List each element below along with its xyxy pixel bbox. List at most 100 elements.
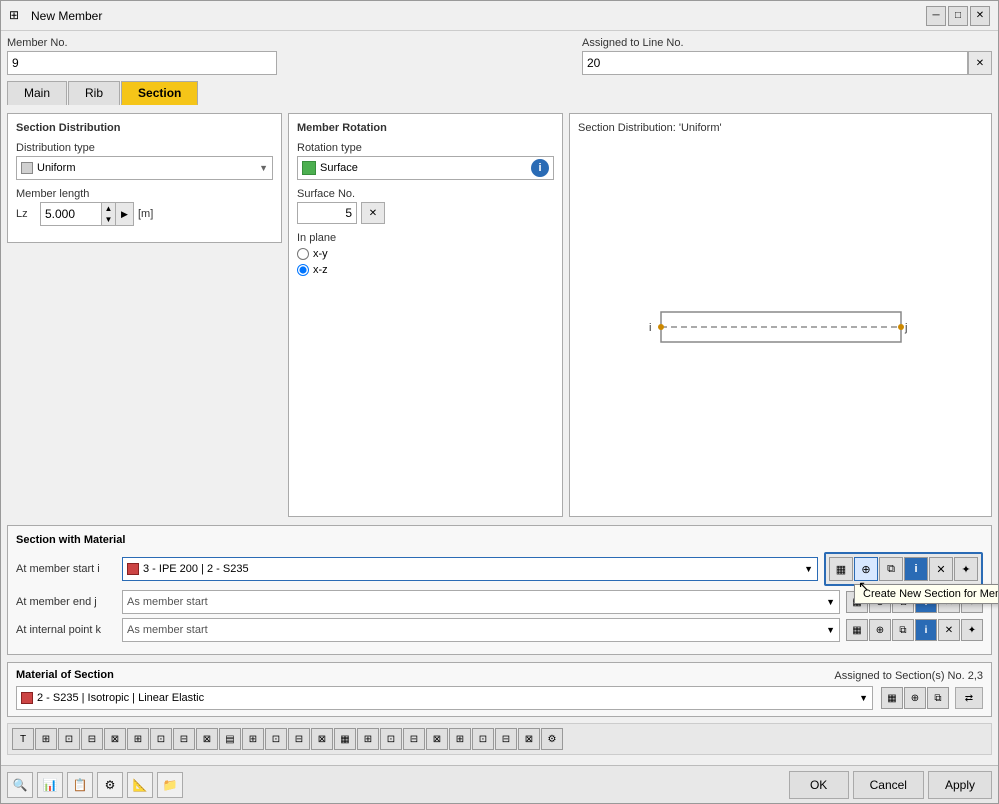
mat-btn-1[interactable]: ▦	[881, 687, 903, 709]
toolbar-main-7[interactable]: ⊡	[150, 728, 172, 750]
mat-assign-btn[interactable]: ⇄	[955, 687, 983, 709]
toolbar-main-8[interactable]: ⊟	[173, 728, 195, 750]
at-internal-btn-5[interactable]: ✕	[938, 619, 960, 641]
lz-label: Lz	[16, 208, 36, 220]
lz-input-group: ▲ ▼ ▶	[40, 202, 134, 226]
material-left: Material of Section Assigned to Section(…	[16, 669, 983, 710]
rotation-type-label: Rotation type	[297, 142, 554, 154]
material-select[interactable]: 2 - S235 | Isotropic | Linear Elastic ▼	[16, 686, 873, 710]
material-assigned: Assigned to Section(s) No. 2,3	[834, 670, 983, 682]
at-start-arrow: ▼	[804, 564, 813, 574]
apply-button[interactable]: Apply	[928, 771, 992, 799]
toolbar-main-10[interactable]: ▤	[219, 728, 241, 750]
at-start-swatch	[127, 563, 139, 575]
footer-btn-5[interactable]: 📐	[127, 772, 153, 798]
toolbar-main-12[interactable]: ⊡	[265, 728, 287, 750]
radio-xy[interactable]	[297, 248, 309, 260]
in-plane-radio-group: x-y x-z	[297, 248, 554, 276]
content-area: Member No. 9 Assigned to Line No. 20 ✕ M…	[1, 31, 998, 761]
tab-section[interactable]: Section	[121, 81, 198, 105]
at-internal-btn-3[interactable]: ⧉	[892, 619, 914, 641]
at-internal-btn-6[interactable]: ✦	[961, 619, 983, 641]
footer-btn-6[interactable]: 📁	[157, 772, 183, 798]
member-length-label: Member length	[16, 188, 273, 200]
toolbar-main-4[interactable]: ⊟	[81, 728, 103, 750]
mat-btn-3[interactable]: ⧉	[927, 687, 949, 709]
at-internal-btn-2[interactable]: ⊕	[869, 619, 891, 641]
toolbar-main-16[interactable]: ⊞	[357, 728, 379, 750]
surface-no-input[interactable]	[297, 202, 357, 224]
tab-main[interactable]: Main	[7, 81, 67, 105]
window-title: New Member	[31, 9, 926, 23]
tool-btn-1[interactable]: ▦	[829, 557, 853, 581]
at-start-select[interactable]: 3 - IPE 200 | 2 - S235 ▼	[122, 557, 818, 581]
at-internal-btn-4[interactable]: i	[915, 619, 937, 641]
toolbar-main-15[interactable]: ▦	[334, 728, 356, 750]
close-button[interactable]: ✕	[970, 6, 990, 26]
cancel-button[interactable]: Cancel	[853, 771, 924, 799]
dist-type-select[interactable]: Uniform ▼	[16, 156, 273, 180]
toolbar-main-18[interactable]: ⊟	[403, 728, 425, 750]
radio-xz-row: x-z	[297, 264, 554, 276]
surface-no-row: Surface No. ✕	[297, 188, 554, 224]
at-internal-row: At internal point k As member start ▼ ▦ …	[16, 618, 983, 642]
at-internal-select[interactable]: As member start ▼	[122, 618, 840, 642]
maximize-button[interactable]: □	[948, 6, 968, 26]
section-distribution-title: Section Distribution	[16, 122, 273, 134]
rotation-type-value: Surface	[320, 162, 527, 174]
toolbar-main-settings[interactable]: ⚙	[541, 728, 563, 750]
toolbar-main-21[interactable]: ⊡	[472, 728, 494, 750]
top-fields: Member No. 9 Assigned to Line No. 20 ✕	[7, 37, 992, 75]
toolbar-main-6[interactable]: ⊞	[127, 728, 149, 750]
lz-input[interactable]	[41, 203, 101, 225]
at-end-select[interactable]: As member start ▼	[122, 590, 840, 614]
lz-goto-btn[interactable]: ▶	[115, 203, 133, 225]
at-internal-btn-1[interactable]: ▦	[846, 619, 868, 641]
dist-type-swatch	[21, 162, 33, 174]
at-start-label: At member start i	[16, 563, 116, 575]
toolbar-main-17[interactable]: ⊡	[380, 728, 402, 750]
tool-btn-copy[interactable]: ⧉	[879, 557, 903, 581]
assigned-input[interactable]: 20	[582, 51, 968, 75]
toolbar-main-22[interactable]: ⊟	[495, 728, 517, 750]
lz-spin-down[interactable]: ▼	[101, 214, 115, 225]
toolbar-main-9[interactable]: ⊠	[196, 728, 218, 750]
toolbar-main-14[interactable]: ⊠	[311, 728, 333, 750]
toolbar-main-23[interactable]: ⊠	[518, 728, 540, 750]
right-panel: Section Distribution: 'Uniform' i j	[569, 113, 992, 517]
toolbar-main-2[interactable]: ⊞	[35, 728, 57, 750]
section-material-box: Section with Material At member start i …	[7, 525, 992, 655]
tool-btn-info[interactable]: i	[904, 557, 928, 581]
footer-btn-3[interactable]: 📋	[67, 772, 93, 798]
toolbar-main-1[interactable]: T	[12, 728, 34, 750]
at-start-row: At member start i 3 - IPE 200 | 2 - S235…	[16, 552, 983, 586]
lz-spin-up[interactable]: ▲	[101, 203, 115, 214]
footer-btn-1[interactable]: 🔍	[7, 772, 33, 798]
toolbar-main-13[interactable]: ⊟	[288, 728, 310, 750]
tool-btn-del[interactable]: ✕	[929, 557, 953, 581]
member-no-input[interactable]: 9	[7, 51, 277, 75]
surface-goto-btn[interactable]: ✕	[361, 202, 385, 224]
ok-button[interactable]: OK	[789, 771, 849, 799]
mat-btn-2[interactable]: ⊕	[904, 687, 926, 709]
footer-btn-4[interactable]: ⚙	[97, 772, 123, 798]
tool-btn-star[interactable]: ✦	[954, 557, 978, 581]
toolbar-main-3[interactable]: ⊡	[58, 728, 80, 750]
rotation-info-button[interactable]: i	[531, 159, 549, 177]
at-internal-label: At internal point k	[16, 624, 116, 636]
footer-btn-2[interactable]: 📊	[37, 772, 63, 798]
toolbar-main-5[interactable]: ⊠	[104, 728, 126, 750]
radio-xz[interactable]	[297, 264, 309, 276]
material-label: Material of Section	[16, 669, 114, 681]
toolbar-main-11[interactable]: ⊞	[242, 728, 264, 750]
tab-rib[interactable]: Rib	[68, 81, 120, 105]
assigned-clear-button[interactable]: ✕	[968, 51, 992, 75]
toolbar-main-19[interactable]: ⊠	[426, 728, 448, 750]
at-end-arrow: ▼	[826, 597, 835, 607]
toolbar-main-20[interactable]: ⊞	[449, 728, 471, 750]
rotation-type-select[interactable]: Surface i	[297, 156, 554, 180]
beam-diagram: i j	[578, 146, 983, 508]
left-panel: Section Distribution Distribution type U…	[7, 113, 282, 517]
svg-text:i: i	[649, 322, 651, 334]
minimize-button[interactable]: ─	[926, 6, 946, 26]
